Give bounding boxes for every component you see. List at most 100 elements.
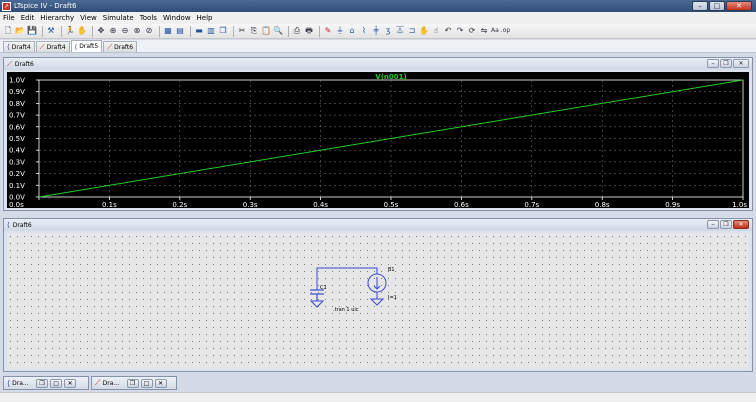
menu-edit[interactable]: Edit	[21, 14, 35, 22]
doc-tab-draft4-schematic[interactable]: ⟨ Draft4	[3, 41, 35, 52]
schematic-canvas[interactable]: C1 B1 I=1 .tran 1 uic	[7, 233, 749, 369]
minimize-button[interactable]: –	[692, 1, 708, 11]
waveform-window-title-bar[interactable]: ⟋ Draft6 – ❐ ✕	[4, 58, 752, 70]
fft-icon[interactable]: ▤	[175, 26, 185, 36]
y-tick-label: 0.4V	[9, 147, 25, 155]
maximize-button[interactable]: □	[50, 378, 63, 388]
close-button[interactable]: ✕	[154, 378, 167, 388]
mirror-icon[interactable]: ⇋	[479, 26, 489, 36]
resistor-icon[interactable]: ⌇	[359, 26, 369, 36]
toolbar-separator	[42, 25, 43, 37]
ground-symbol[interactable]	[369, 298, 385, 306]
diode-icon[interactable]: ⏄	[395, 26, 405, 36]
cascade-icon[interactable]: ❐	[218, 26, 228, 36]
doc-tab-draft4-waveform[interactable]: ⟋ Draft4	[35, 41, 70, 52]
tile-horizontal-icon[interactable]: ▬	[194, 26, 204, 36]
schematic-drawing: C1 B1 I=1 .tran 1 uic	[309, 267, 397, 313]
schematic-window-title-bar[interactable]: ⟨ Draft6 – ❐ ✕	[4, 219, 752, 231]
component-icon[interactable]: ⊐	[407, 26, 417, 36]
y-tick-label: 0.9V	[9, 88, 25, 96]
y-tick-label: 0.6V	[9, 123, 25, 131]
b1-label[interactable]: B1	[388, 267, 395, 273]
zoom-out-icon[interactable]: ⊖	[120, 26, 130, 36]
waveform-plot[interactable]: 0.0V 0.1V 0.2V 0.3V 0.4V 0.5V 0.6V 0.7V 0.8V 0.9V…	[7, 72, 749, 208]
menu-simulate[interactable]: Simulate	[103, 14, 134, 22]
rotate-icon[interactable]: ⟳	[467, 26, 477, 36]
ground-icon[interactable]: ⏚	[335, 26, 345, 36]
schematic-icon: ⟨	[7, 43, 10, 51]
tile-vertical-icon[interactable]: ▥	[206, 26, 216, 36]
toolbar-separator	[319, 25, 320, 37]
new-schematic-icon[interactable]: 🗋	[3, 26, 13, 36]
pan-icon[interactable]: ✥	[96, 26, 106, 36]
doc-tab-draft5-schematic[interactable]: ⟨ Draft5	[70, 40, 103, 52]
waveform-icon: ⟋	[95, 378, 101, 387]
doc-tab-draft6-waveform[interactable]: ⟋ Draft6	[103, 41, 138, 52]
x-tick-label: 0.7s	[524, 201, 539, 208]
minimized-waveform-window[interactable]: ⟋ Dra... ❐ □ ✕	[91, 376, 177, 390]
schematic-window-title: Draft6	[12, 221, 32, 229]
close-button[interactable]: ✕	[733, 220, 749, 229]
trace-label[interactable]: V(n001)	[375, 73, 406, 81]
current-source-b1[interactable]	[367, 273, 387, 299]
print-setup-icon[interactable]: ⎙	[292, 26, 302, 36]
text-icon[interactable]: Aa	[491, 26, 499, 36]
control-panel-icon[interactable]: ⚒	[46, 26, 56, 36]
spice-directive[interactable]: .tran 1 uic	[333, 307, 359, 313]
capacitor-c1[interactable]	[310, 289, 324, 301]
close-button[interactable]: ✕	[733, 59, 749, 68]
window-title: LTspice IV - Draft6	[14, 2, 77, 10]
minimize-button[interactable]: –	[707, 220, 719, 229]
close-button[interactable]: ✕	[64, 378, 77, 388]
paste-icon[interactable]: 📋	[261, 26, 271, 36]
ground-symbol[interactable]	[309, 300, 325, 308]
cut-icon[interactable]: ✂	[237, 26, 247, 36]
undo-icon[interactable]: ↶	[443, 26, 453, 36]
minimize-button[interactable]: –	[707, 59, 719, 68]
c1-label[interactable]: C1	[320, 285, 327, 291]
b1-value[interactable]: I=1	[388, 295, 397, 301]
minimized-schematic-window[interactable]: ⟨ Dra... ❐ □ ✕	[3, 376, 89, 390]
menu-tools[interactable]: Tools	[140, 14, 157, 22]
move-icon[interactable]: ✋	[419, 26, 429, 36]
find-icon[interactable]: 🔍	[273, 26, 283, 36]
restore-button[interactable]: ❐	[36, 378, 49, 388]
ltspice-logo-icon: ↗	[2, 1, 11, 11]
halt-icon[interactable]: ✋	[77, 26, 87, 36]
y-tick-label: 0.7V	[9, 112, 25, 120]
save-icon[interactable]: 💾	[27, 26, 37, 36]
inductor-icon[interactable]: ʒ	[383, 26, 393, 36]
minimized-window-label: Dra...	[102, 379, 120, 387]
run-icon[interactable]: 🏃	[65, 26, 75, 36]
open-folder-icon[interactable]: 📂	[15, 26, 25, 36]
label-net-icon[interactable]: ⌂	[347, 26, 357, 36]
copy-icon[interactable]: ⎘	[249, 26, 259, 36]
minimized-windows: ⟨ Dra... ❐ □ ✕ ⟋ Dra... ❐ □ ✕	[3, 376, 177, 390]
menu-help[interactable]: Help	[197, 14, 213, 22]
status-bar	[0, 392, 756, 402]
close-button[interactable]: ✕	[726, 1, 752, 11]
restore-button[interactable]: ❐	[126, 378, 139, 388]
menu-file[interactable]: File	[3, 14, 15, 22]
drag-icon[interactable]: ☝	[431, 26, 441, 36]
autorange-icon[interactable]: ▦	[163, 26, 173, 36]
print-icon[interactable]: 🖶	[304, 26, 314, 36]
restore-button[interactable]: ❐	[720, 220, 732, 229]
zoom-in-icon[interactable]: ⊕	[108, 26, 118, 36]
maximize-button[interactable]: □	[709, 1, 725, 11]
menu-hierarchy[interactable]: Hierarchy	[40, 14, 74, 22]
toolbar-separator	[233, 25, 234, 37]
redo-icon[interactable]: ↷	[455, 26, 465, 36]
waveform-window-title: Draft6	[14, 60, 34, 68]
capacitor-icon[interactable]: ╪	[371, 26, 381, 36]
restore-button[interactable]: ❐	[720, 59, 732, 68]
zoom-full-icon[interactable]: ⊗	[132, 26, 142, 36]
menu-window[interactable]: Window	[163, 14, 191, 22]
spice-directive-icon[interactable]: .op	[501, 26, 510, 36]
doc-tab-label: Draft4	[46, 43, 66, 51]
maximize-button[interactable]: □	[140, 378, 153, 388]
waveform-icon: ⟋	[107, 42, 113, 51]
wire-icon[interactable]: ✎	[323, 26, 333, 36]
menu-view[interactable]: View	[80, 14, 97, 22]
zoom-cancel-icon[interactable]: ⊘	[144, 26, 154, 36]
